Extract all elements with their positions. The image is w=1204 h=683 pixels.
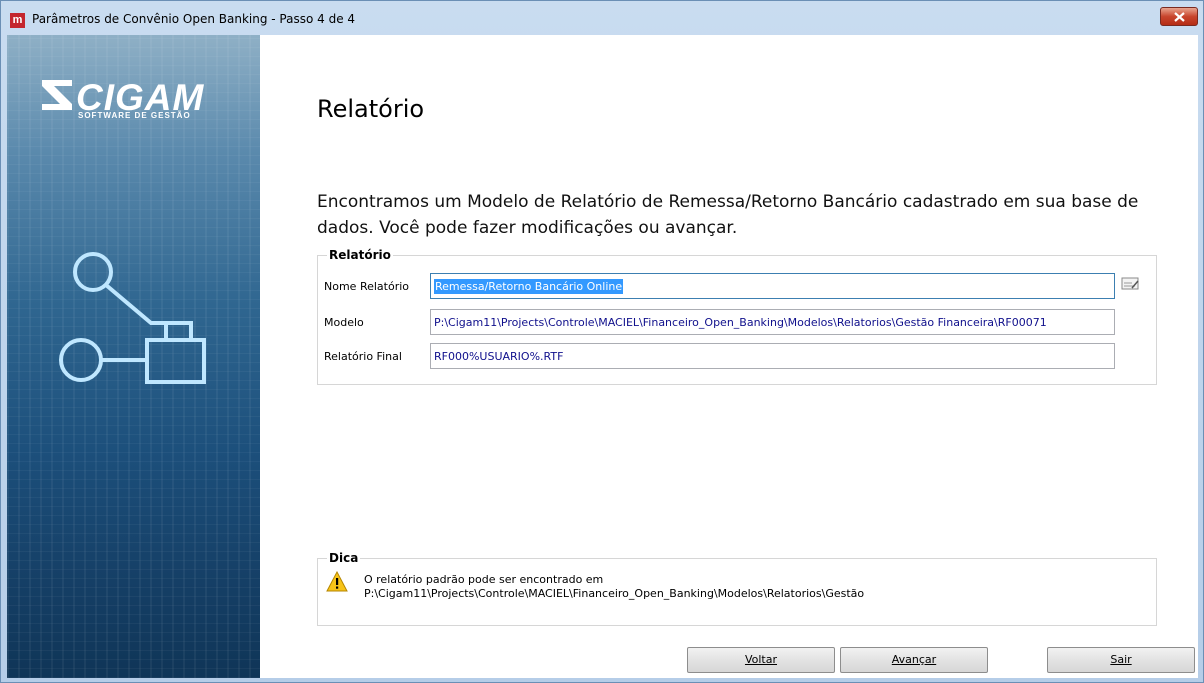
relatorio-final-value: RF000%USUARIO%.RTF	[434, 350, 564, 363]
sidebar-banner: CIGAM SOFTWARE DE GESTÃO	[7, 35, 260, 678]
page-description: Encontramos um Modelo de Relatório de Re…	[317, 192, 1139, 238]
modelo-label: Modelo	[324, 316, 364, 329]
tip-text: O relatório padrão pode ser encontrado e…	[364, 573, 864, 601]
report-group-title: Relatório	[327, 248, 393, 262]
exit-button[interactable]: Sair	[1047, 647, 1195, 673]
cigam-logo: CIGAM SOFTWARE DE GESTÃO	[40, 78, 203, 120]
tip-line-2: P:\Cigam11\Projects\Controle\MACIEL\Fina…	[364, 587, 865, 600]
next-button-label: Avançar	[891, 653, 937, 666]
logo-mark-icon	[42, 80, 72, 110]
warning-icon	[326, 571, 348, 592]
back-button[interactable]: Voltar	[687, 647, 835, 673]
nome-relatorio-value: Remessa/Retorno Bancário Online	[434, 279, 624, 294]
title-bar[interactable]: m Parâmetros de Convênio Open Banking - …	[1, 1, 1203, 35]
tip-group: Dica O relatório padrão pode ser encontr…	[317, 551, 1157, 626]
workflow-diagram-icon	[59, 252, 206, 384]
relatorio-final-label: Relatório Final	[324, 350, 402, 363]
wizard-content: CIGAM SOFTWARE DE GESTÃO Relatório Encon…	[7, 35, 1198, 678]
main-panel: Relatório Encontramos um Modelo de Relat…	[260, 35, 1198, 678]
close-icon	[1174, 12, 1185, 22]
modelo-field[interactable]: P:\Cigam11\Projects\Controle\MACIEL\Fina…	[430, 309, 1115, 335]
page-title: Relatório	[317, 95, 425, 123]
nome-relatorio-field[interactable]: Remessa/Retorno Bancário Online	[430, 273, 1115, 299]
tip-line-1: O relatório padrão pode ser encontrado e…	[364, 573, 604, 586]
next-button[interactable]: Avançar	[840, 647, 988, 673]
app-icon: m	[10, 13, 25, 28]
relatorio-final-field[interactable]: RF000%USUARIO%.RTF	[430, 343, 1115, 369]
tip-group-title: Dica	[327, 551, 361, 565]
wizard-window: m Parâmetros de Convênio Open Banking - …	[0, 0, 1204, 683]
window-title: Parâmetros de Convênio Open Banking - Pa…	[32, 12, 356, 26]
logo-subtext: SOFTWARE DE GESTÃO	[78, 111, 191, 120]
exit-button-label: Sair	[1110, 653, 1132, 666]
nome-relatorio-label: Nome Relatório	[324, 280, 410, 293]
modelo-value: P:\Cigam11\Projects\Controle\MACIEL\Fina…	[434, 316, 1047, 329]
close-button[interactable]	[1160, 7, 1198, 26]
browse-file-icon[interactable]	[1120, 275, 1140, 291]
back-button-label: Voltar	[744, 653, 778, 666]
